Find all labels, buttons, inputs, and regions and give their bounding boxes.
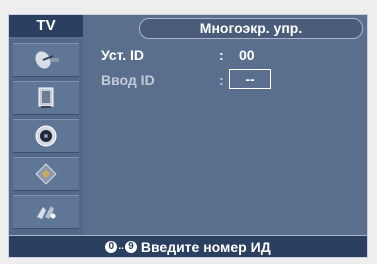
osd-menu-panel: TV Многоэкр. упр. Уст. ID: 00 Ввод ID:… [8,14,368,258]
sidebar-item-input[interactable] [13,43,79,77]
digit-end-badge: 9 [124,240,137,253]
menu-title: Многоэкр. упр. [139,18,363,39]
source-label: TV [9,15,83,37]
enter-id-input[interactable]: -- [229,69,271,89]
satellite-dish-icon [31,49,61,71]
digit-range-separator: .. [118,241,124,252]
set-id-value: 00 [239,47,255,63]
enter-id-label: Ввод ID [101,72,155,88]
enter-id-colon: : [219,72,224,88]
set-id-colon: : [219,47,224,63]
sidebar-item-picture[interactable] [13,81,79,115]
setup-settings-icon [33,201,59,223]
speaker-icon [34,124,58,148]
sidebar-item-channel[interactable] [13,157,79,191]
digit-start-badge: 0 [105,240,118,253]
menu-sidebar [9,39,83,235]
set-id-label: Уст. ID [101,47,145,63]
channel-chip-icon [34,162,58,186]
help-bar: 0 .. 9 Введите номер ИД [9,235,367,257]
digit-range: 0 .. 9 [105,240,137,253]
tv-screen-icon [34,86,58,110]
tv-screen: TV Многоэкр. упр. Уст. ID: 00 Ввод ID:… [0,0,377,264]
sidebar-item-setup[interactable] [13,195,79,229]
help-text: Введите номер ИД [140,238,271,255]
sidebar-item-sound[interactable] [13,119,79,153]
